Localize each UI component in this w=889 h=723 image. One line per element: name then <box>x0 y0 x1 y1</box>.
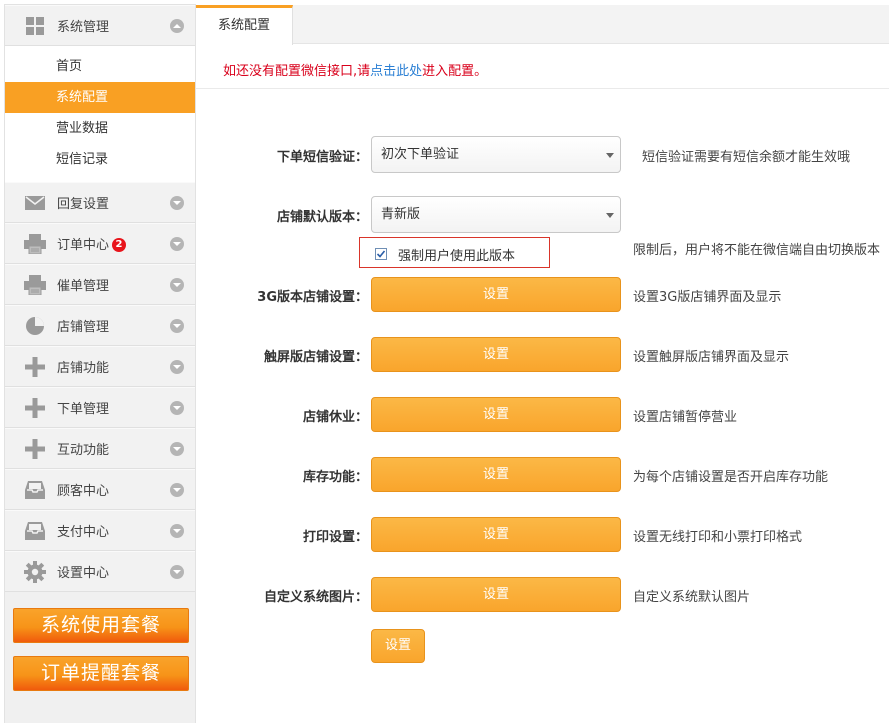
submenu-item-system-config[interactable]: 系统配置 <box>5 82 195 113</box>
printer-icon <box>23 274 47 296</box>
chevron-down-icon[interactable] <box>170 319 184 333</box>
menu-label: 顾客中心 <box>57 484 110 499</box>
menu-customer-center[interactable]: 顾客中心 <box>5 469 195 510</box>
submenu-item-sms-records[interactable]: 短信记录 <box>5 144 195 175</box>
plus-icon <box>23 356 47 378</box>
force-version-hint: 限制后，用户将不能在微信端自由切换版本 <box>633 243 881 258</box>
setting-3g-hint: 设置3G版店铺界面及显示 <box>633 290 782 305</box>
default-version-select[interactable]: 青新版 <box>371 196 621 233</box>
setting-inventory-hint: 为每个店铺设置是否开启库存功能 <box>633 470 829 485</box>
menu-system-management[interactable]: 系统管理 <box>5 5 195 46</box>
setting-3g-button[interactable]: 设置 <box>371 277 621 312</box>
menu-payment-center[interactable]: 支付中心 <box>5 510 195 551</box>
chevron-up-icon[interactable] <box>170 19 184 33</box>
setting-closure-hint: 设置店铺暂停营业 <box>633 410 738 425</box>
gear-icon <box>23 560 47 583</box>
tab-system-config[interactable]: 系统配置 <box>196 5 293 45</box>
menu-store-functions[interactable]: 店铺功能 <box>5 346 195 387</box>
submenu-item-business-data[interactable]: 营业数据 <box>5 113 195 144</box>
submit-settings-button[interactable]: 设置 <box>371 629 425 663</box>
menu-settings-center[interactable]: 设置中心 <box>5 551 195 592</box>
setting-touch-button[interactable]: 设置 <box>371 337 621 372</box>
setting-images-hint: 自定义系统默认图片 <box>633 590 751 605</box>
menu-reply-settings[interactable]: 回复设置 <box>5 182 195 223</box>
chevron-down-icon[interactable] <box>170 565 184 579</box>
setting-print-button[interactable]: 设置 <box>371 517 621 552</box>
menu-interactive-functions[interactable]: 互动功能 <box>5 428 195 469</box>
setting-closure-button[interactable]: 设置 <box>371 397 621 432</box>
menu-label: 回复设置 <box>57 197 110 212</box>
setting-images-label: 自定义系统图片： <box>263 590 368 605</box>
chevron-down-icon[interactable] <box>170 196 184 210</box>
default-version-label: 店铺默认版本： <box>276 210 368 225</box>
mail-icon <box>23 192 47 214</box>
inbox-icon <box>23 479 47 501</box>
plus-icon <box>23 397 47 419</box>
menu-order-center[interactable]: 订单中心 2 <box>5 223 195 264</box>
chevron-down-icon[interactable] <box>170 483 184 497</box>
tab-bar: 系统配置 <box>196 5 889 45</box>
dropdown-caret-icon <box>606 153 614 158</box>
chevron-down-icon[interactable] <box>170 401 184 415</box>
menu-label: 订单中心 <box>57 238 110 253</box>
sidebar: 系统管理 首页 系统配置 营业数据 短信记录 回复设置 订单中心 2 催单管理 <box>4 4 196 723</box>
setting-inventory-label: 库存功能： <box>302 470 368 485</box>
force-version-checkbox[interactable] <box>375 248 387 260</box>
sms-verify-label: 下单短信验证： <box>276 150 368 165</box>
sms-verify-hint: 短信验证需要有短信余额才能生效哦 <box>642 150 851 165</box>
setting-closure-label: 店铺休业： <box>302 410 368 425</box>
menu-label: 系统管理 <box>57 20 110 35</box>
notice-text-after: 进入配置。 <box>422 64 488 79</box>
setting-inventory-button[interactable]: 设置 <box>371 457 621 492</box>
printer-icon <box>23 233 47 255</box>
setting-images-button[interactable]: 设置 <box>371 577 621 612</box>
system-package-button[interactable]: 系统使用套餐 <box>13 608 189 643</box>
menu-label: 店铺管理 <box>57 320 110 335</box>
default-version-value: 青新版 <box>381 207 421 222</box>
dropdown-caret-icon <box>606 213 614 218</box>
main-content: 系统配置 如还没有配置微信接口,请点击此处进入配置。 下单短信验证： 初次下单验… <box>196 0 889 723</box>
notice-text-before: 如还没有配置微信接口,请 <box>223 64 371 79</box>
chevron-down-icon[interactable] <box>170 278 184 292</box>
menu-label: 店铺功能 <box>57 361 110 376</box>
menu-label: 下单管理 <box>57 402 110 417</box>
menu-order-management[interactable]: 下单管理 <box>5 387 195 428</box>
sms-verify-value: 初次下单验证 <box>381 147 460 162</box>
menu-label: 设置中心 <box>57 566 110 581</box>
menu-label: 支付中心 <box>57 525 110 540</box>
chevron-down-icon[interactable] <box>170 524 184 538</box>
chevron-down-icon[interactable] <box>170 360 184 374</box>
force-version-box: 强制用户使用此版本 <box>359 237 550 268</box>
chevron-down-icon[interactable] <box>170 442 184 456</box>
menu-label: 互动功能 <box>57 443 110 458</box>
setting-touch-hint: 设置触屏版店铺界面及显示 <box>633 350 790 365</box>
force-version-label: 强制用户使用此版本 <box>398 249 516 264</box>
wechat-config-notice: 如还没有配置微信接口,请点击此处进入配置。 <box>223 60 487 79</box>
setting-print-label: 打印设置： <box>302 530 368 545</box>
chevron-down-icon[interactable] <box>170 237 184 251</box>
notification-badge: 2 <box>112 237 127 252</box>
menu-label: 催单管理 <box>57 279 110 294</box>
order-reminder-package-button[interactable]: 订单提醒套餐 <box>13 656 189 691</box>
divider <box>196 88 889 89</box>
sms-verify-select[interactable]: 初次下单验证 <box>371 136 621 173</box>
setting-touch-label: 触屏版店铺设置： <box>263 350 368 365</box>
plus-icon <box>23 438 47 460</box>
setting-print-hint: 设置无线打印和小票打印格式 <box>633 530 803 545</box>
menu-store-management[interactable]: 店铺管理 <box>5 305 195 346</box>
setting-3g-label: 3G版本店铺设置： <box>257 290 368 305</box>
submenu-system: 首页 系统配置 营业数据 短信记录 <box>5 46 195 182</box>
checkmark-icon <box>376 250 386 258</box>
grid-icon <box>23 15 47 37</box>
config-link[interactable]: 点击此处 <box>370 64 422 79</box>
pie-chart-icon <box>23 315 47 337</box>
inbox-icon <box>23 520 47 542</box>
menu-reminder-management[interactable]: 催单管理 <box>5 264 195 305</box>
submenu-item-home[interactable]: 首页 <box>5 51 195 82</box>
